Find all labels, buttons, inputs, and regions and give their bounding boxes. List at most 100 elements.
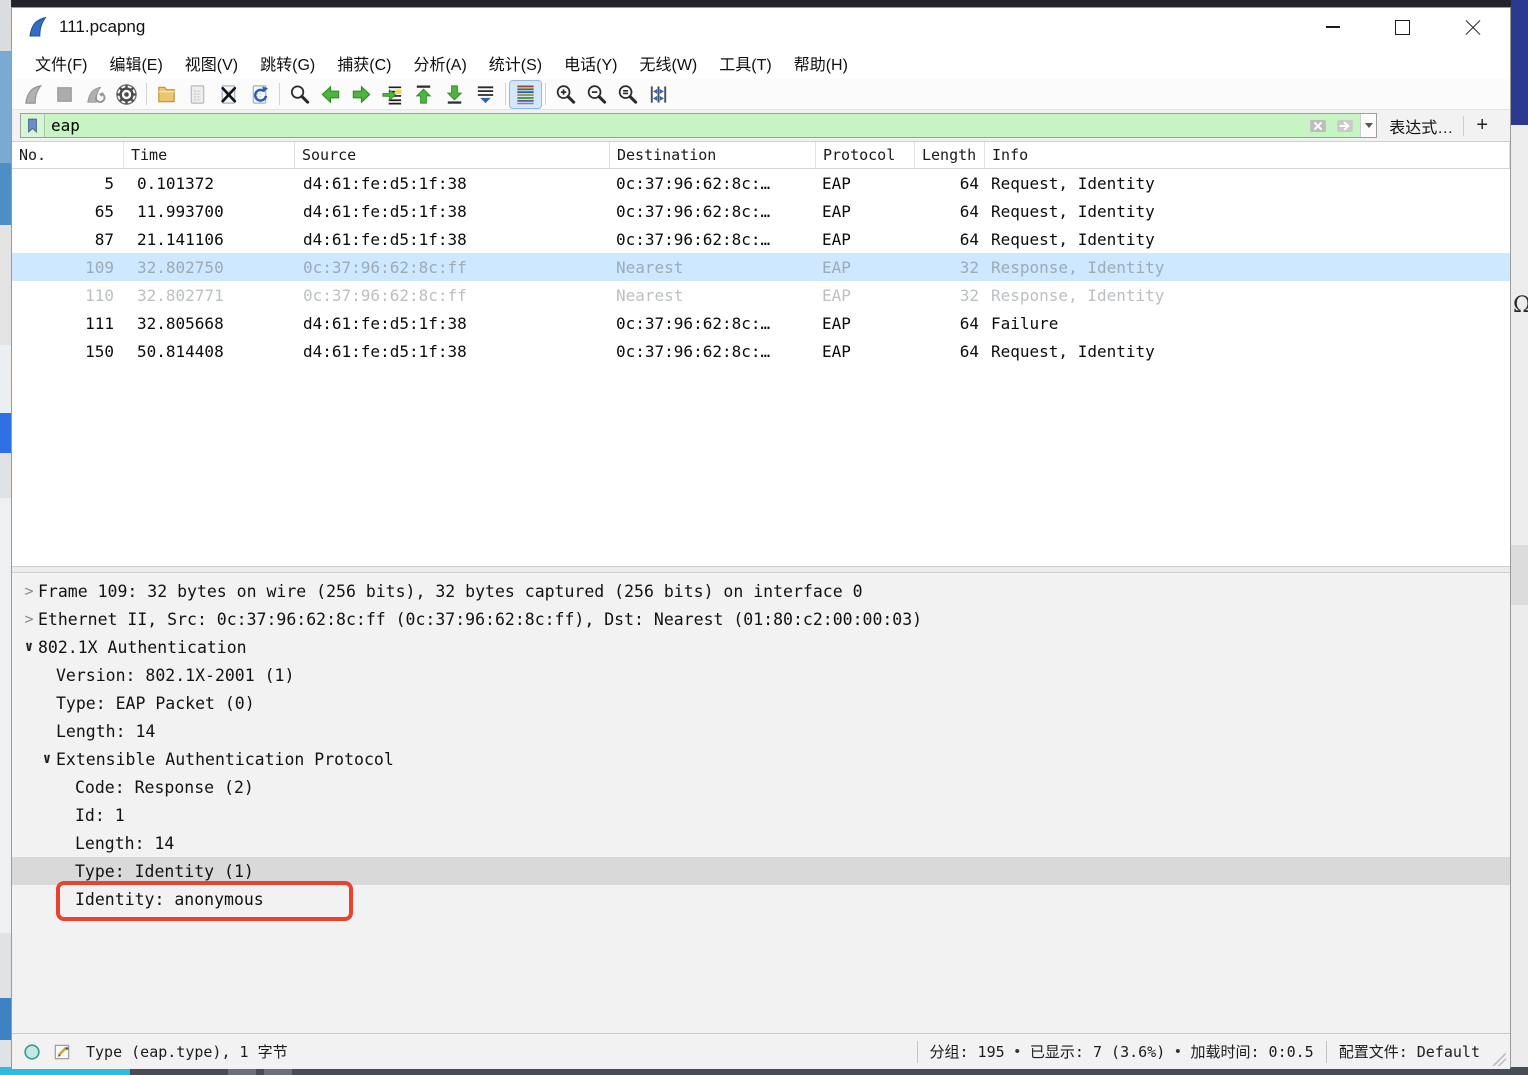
go-forward-button[interactable] [346,81,377,108]
go-first-packet-button[interactable] [408,81,439,108]
column-header[interactable]: No. [12,142,124,168]
packet-list-pane: No. Time Source Destination Protocol Length In… [12,141,1510,566]
stop-capture-button[interactable] [49,81,80,108]
pane-splitter[interactable] [12,566,1510,573]
menu-item[interactable]: 统计(S) [478,47,553,79]
packet-row[interactable]: 150 50.814408 d4:61:fe:d5:1f:38 0c:37:96… [12,337,1510,365]
add-filter-button[interactable]: + [1464,114,1500,137]
reload-file-button[interactable] [244,81,275,108]
capture-file-properties-button[interactable] [22,1042,42,1062]
expression-button[interactable]: 表达式… [1389,114,1453,138]
column-header[interactable]: Protocol [816,142,915,168]
filter-dropdown-button[interactable] [1360,114,1377,137]
detail-line[interactable]: Code: Response (2) [12,773,1510,801]
menu-bar: 文件(F) 编辑(E) 视图(V) 跳转(G) 捕获(C) 分析(A) 统计(S) 电话(Y)… [12,46,1510,79]
close-button[interactable] [1449,8,1496,46]
detail-line[interactable]: Length: 14 [12,717,1510,745]
column-header[interactable]: Info [985,142,1510,168]
detail-line[interactable]: Version: 802.1X-2001 (1) [12,661,1510,689]
maximize-button[interactable] [1379,8,1426,46]
status-bar: Type (eap.type), 1 字节 分组: 195 • 已显示: 7 (… [12,1033,1510,1069]
autoscroll-button[interactable] [470,81,501,108]
column-header[interactable]: Destination [610,142,816,168]
window-controls [1309,8,1510,46]
wireshark-window: 111.pcapng 文件(F) 编辑(E) 视图(V) 跳转(G) 捕获(C) 分析(A… [11,7,1511,1069]
detail-line[interactable]: Ethernet II, Src: 0c:37:96:62:8c:ff (0c:… [12,605,1510,633]
packet-list-header: No. Time Source Destination Protocol Length In… [12,142,1510,169]
bookmark-icon [24,117,41,134]
displayed-count: 已显示: 7 (3.6%) [1029,1043,1166,1061]
detail-line[interactable]: Frame 109: 32 bytes on wire (256 bits), … [12,577,1510,605]
go-back-button[interactable] [315,81,346,108]
title-bar[interactable]: 111.pcapng [12,8,1510,46]
restart-capture-button[interactable] [80,81,111,108]
toolbar-separator[interactable] [275,81,284,108]
packet-details-pane: Frame 109: 32 bytes on wire (256 bits), … [12,573,1510,1033]
goto-packet-button[interactable] [377,81,408,108]
divider [916,1040,918,1063]
detail-line[interactable]: Id: 1 [12,801,1510,829]
menu-item[interactable]: 视图(V) [174,47,249,79]
start-capture-button[interactable] [18,81,49,108]
toolbar-separator[interactable] [541,81,550,108]
colorize-button[interactable] [509,79,542,109]
background-window-sliver-right: Ω [1511,0,1528,1075]
minimize-button[interactable] [1309,8,1356,46]
resize-columns-button[interactable] [643,81,674,108]
display-filter-input[interactable] [45,116,1307,135]
detail-line[interactable]: Identity: anonymous [12,881,1510,921]
detail-line[interactable]: Type: EAP Packet (0) [12,689,1510,717]
zoom-reset-button[interactable] [612,81,643,108]
expander-icon[interactable] [20,639,38,655]
status-bar-right: 分组: 195 • 已显示: 7 (3.6%) • 加载时间: 0:0.5 配置… [915,1034,1511,1069]
packet-row[interactable]: 65 11.993700 d4:61:fe:d5:1f:38 0c:37:96:… [12,197,1510,225]
column-header[interactable]: Time [124,142,295,168]
detail-line[interactable]: Extensible Authentication Protocol [12,745,1510,773]
menu-item[interactable]: 工具(T) [708,47,782,79]
zoom-in-button[interactable] [550,81,581,108]
open-file-button[interactable] [151,81,182,108]
save-file-button[interactable] [182,81,213,108]
expander-icon[interactable] [20,610,38,628]
zoom-out-button[interactable] [581,81,612,108]
menu-item[interactable]: 编辑(E) [98,47,173,79]
background-window-sliver-left [0,0,11,1075]
packet-count: 分组: 195 [929,1043,1005,1061]
packet-row[interactable]: 109 32.802750 0c:37:96:62:8c:ff Nearest … [12,253,1510,281]
menu-item[interactable]: 分析(A) [402,47,477,79]
packet-row[interactable]: 110 32.802771 0c:37:96:62:8c:ff Nearest … [12,281,1510,309]
packet-row[interactable]: 5 0.101372 d4:61:fe:d5:1f:38 0c:37:96:62… [12,169,1510,197]
find-packet-button[interactable] [284,81,315,108]
filter-bookmark-button[interactable] [21,114,45,137]
wireshark-logo-icon [26,15,50,39]
toolbar-separator[interactable] [142,81,151,108]
menu-item[interactable]: 无线(W) [628,47,708,79]
toolbar-separator[interactable] [501,81,510,108]
menu-item[interactable]: 跳转(G) [249,47,326,79]
packet-row[interactable]: 87 21.141106 d4:61:fe:d5:1f:38 0c:37:96:… [12,225,1510,253]
clear-x-icon [1306,117,1330,135]
detail-line[interactable]: 802.1X Authentication [12,633,1510,661]
column-header[interactable]: Source [295,142,610,168]
expander-icon[interactable] [20,582,38,600]
background-partial-text: Ω [1513,293,1528,318]
menu-item[interactable]: 帮助(H) [783,47,859,79]
filter-apply-button[interactable] [1333,117,1357,135]
profile-selector[interactable]: 配置文件: Default [1329,1041,1490,1062]
resize-grip[interactable] [1492,1051,1506,1066]
packet-row[interactable]: 111 32.805668 d4:61:fe:d5:1f:38 0c:37:96… [12,309,1510,337]
column-header[interactable]: Length [915,142,985,168]
detail-line[interactable]: Length: 14 [12,829,1510,857]
expander-icon[interactable] [38,751,56,767]
capture-comment-button[interactable] [52,1042,72,1062]
display-filter-box[interactable] [20,113,1378,138]
close-file-button[interactable] [213,81,244,108]
menu-item[interactable]: 文件(F) [24,47,98,79]
menu-item[interactable]: 电话(Y) [553,47,628,79]
menu-item[interactable]: 捕获(C) [326,47,402,79]
capture-options-button[interactable] [111,81,142,108]
divider [1325,1040,1327,1063]
capture-info-icon [22,1042,42,1062]
go-last-packet-button[interactable] [439,81,470,108]
filter-clear-button[interactable] [1306,117,1330,135]
